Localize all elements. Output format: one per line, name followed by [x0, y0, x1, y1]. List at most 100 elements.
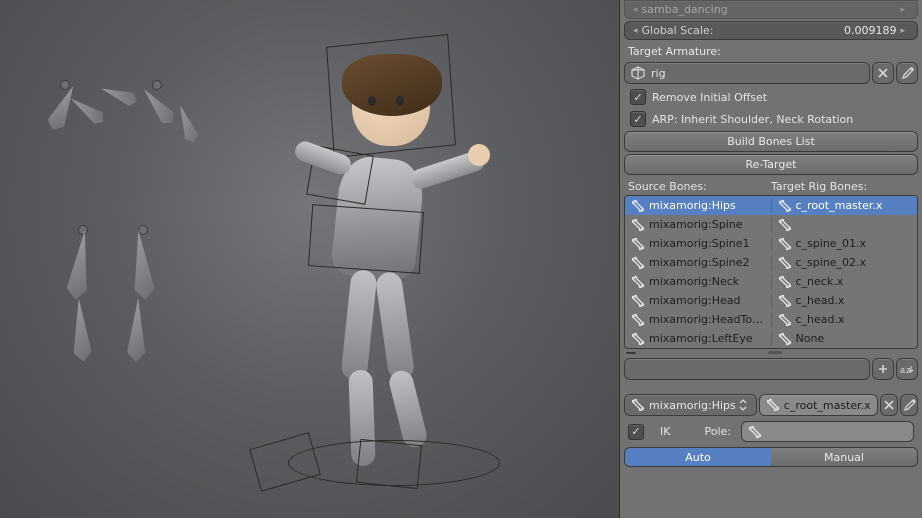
eyedropper-target-button[interactable] — [900, 394, 918, 416]
clear-button[interactable] — [872, 62, 894, 84]
bone-row[interactable]: mixamorig:Hips c_root_master.x — [625, 196, 917, 215]
bone-icon — [766, 398, 780, 412]
bone-icon — [778, 256, 792, 270]
bone-icon — [778, 218, 792, 232]
top-field[interactable]: ◂ samba_dancing ▸ — [624, 0, 918, 19]
target-bone-name: c_neck.x — [796, 275, 844, 288]
global-scale-field[interactable]: ◂ Global Scale: 0.009189 ▸ — [624, 21, 918, 40]
bone-icon — [778, 199, 792, 213]
triangle-left-icon: ◂ — [633, 26, 638, 36]
zoom-button[interactable] — [872, 358, 894, 380]
target-armature-label: Target Armature: — [620, 41, 922, 60]
triangle-right-icon: ▸ — [900, 26, 905, 36]
plus-icon — [876, 362, 890, 376]
source-bone-name: mixamorig:Spine1 — [649, 237, 750, 250]
source-bone-cell: mixamorig:HeadTo… — [625, 313, 771, 327]
target-bone-name: None — [796, 332, 825, 345]
build-bones-button[interactable]: Build Bones List — [624, 131, 918, 152]
bone-row[interactable]: mixamorig:Spine1 c_spine_01.x — [625, 234, 917, 253]
bones-list[interactable]: mixamorig:Hips c_root_master.x mixamorig:S… — [624, 195, 918, 349]
build-bones-label: Build Bones List — [727, 135, 815, 148]
source-armature — [40, 70, 260, 390]
filter-input[interactable] — [624, 358, 870, 380]
target-bone-cell: None — [771, 332, 918, 346]
bone-row[interactable]: mixamorig:Spine2 c_spine_02.x — [625, 253, 917, 272]
close-icon — [882, 398, 896, 412]
target-bone-cell: c_root_master.x — [771, 199, 918, 213]
source-bone-name: mixamorig:Hips — [649, 199, 736, 212]
bone-row[interactable]: mixamorig:Neck c_neck.x — [625, 272, 917, 291]
bone-icon — [778, 294, 792, 308]
remove-offset-label: Remove Initial Offset — [652, 91, 767, 104]
target-bone-name: c_spine_01.x — [796, 237, 867, 250]
bone-row[interactable]: mixamorig:Spine — [625, 215, 917, 234]
source-bone-name: mixamorig:Spine — [649, 218, 743, 231]
mesh-icon — [631, 66, 645, 80]
ik-checkbox[interactable] — [628, 424, 644, 440]
manual-option[interactable]: Manual — [771, 448, 917, 466]
eyedropper-button[interactable] — [896, 62, 918, 84]
bone-row[interactable]: mixamorig:HeadTo… c_head.x — [625, 310, 917, 329]
bone-icon — [778, 275, 792, 289]
bone-icon — [778, 332, 792, 346]
bone-row[interactable]: mixamorig:Head c_head.x — [625, 291, 917, 310]
retarget-panel: ◂ samba_dancing ▸ ◂ Global Scale: 0.0091… — [619, 0, 922, 518]
source-bone-cell: mixamorig:Spine — [625, 218, 771, 232]
target-armature-selector[interactable]: rig — [624, 62, 870, 84]
target-bones-label: Target Rig Bones: — [771, 180, 914, 193]
source-bone-cell: mixamorig:LeftEye — [625, 332, 771, 346]
pole-bone-field[interactable] — [741, 421, 914, 442]
collapse-icon[interactable] — [768, 351, 782, 354]
source-bone-cell: mixamorig:Head — [625, 294, 771, 308]
source-bone-cell: mixamorig:Hips — [625, 199, 771, 213]
collapse-icon[interactable] — [626, 352, 636, 354]
source-bone-name: mixamorig:Neck — [649, 275, 739, 288]
bone-row[interactable]: mixamorig:LeftEye None — [625, 329, 917, 348]
global-scale-label: Global Scale: — [642, 24, 844, 37]
viewport-3d[interactable] — [0, 0, 619, 518]
target-bone-name: c_head.x — [796, 294, 845, 307]
manual-label: Manual — [824, 451, 864, 464]
active-target-bone[interactable]: c_root_master.x — [759, 394, 878, 416]
source-bone-name: mixamorig:Spine2 — [649, 256, 750, 269]
bone-icon — [631, 332, 645, 346]
active-source-bone[interactable]: mixamorig:Hips — [624, 394, 757, 416]
az-sort-icon — [899, 362, 915, 376]
clear-target-button[interactable] — [880, 394, 898, 416]
bone-icon — [631, 398, 645, 412]
remove-offset-checkbox[interactable]: Remove Initial Offset — [620, 86, 922, 108]
target-bone-cell: c_head.x — [771, 294, 918, 308]
auto-manual-toggle[interactable]: Auto Manual — [624, 447, 918, 467]
bone-icon — [631, 313, 645, 327]
bone-icon — [631, 256, 645, 270]
target-bone-name: c_root_master.x — [796, 199, 883, 212]
bone-icon — [631, 275, 645, 289]
target-armature-value: rig — [651, 67, 666, 80]
checkbox-icon — [630, 111, 646, 127]
bones-list-footer — [620, 349, 922, 356]
bone-icon — [778, 237, 792, 251]
viewport-scene — [0, 0, 619, 518]
retarget-label: Re-Target — [746, 158, 797, 171]
sort-az-button[interactable] — [896, 358, 918, 380]
pole-label: Pole: — [704, 425, 731, 438]
source-bone-name: mixamorig:HeadTo… — [649, 313, 763, 326]
checkbox-icon — [630, 89, 646, 105]
ik-label: IK — [660, 425, 670, 438]
eyedropper-icon — [900, 66, 914, 80]
target-character — [250, 40, 510, 480]
source-bone-cell: mixamorig:Spine2 — [625, 256, 771, 270]
arp-inherit-label: ARP: Inherit Shoulder, Neck Rotation — [652, 113, 853, 126]
target-bone-name: c_head.x — [796, 313, 845, 326]
target-bone-cell: c_spine_01.x — [771, 237, 918, 251]
bone-icon — [631, 218, 645, 232]
active-source-value: mixamorig:Hips — [649, 399, 736, 412]
top-field-label: samba_dancing — [642, 3, 901, 16]
retarget-button[interactable]: Re-Target — [624, 154, 918, 175]
target-bone-cell: c_spine_02.x — [771, 256, 918, 270]
source-bones-label: Source Bones: — [628, 180, 771, 193]
source-bone-cell: mixamorig:Spine1 — [625, 237, 771, 251]
bone-icon — [748, 425, 762, 439]
auto-option[interactable]: Auto — [625, 448, 771, 466]
arp-inherit-checkbox[interactable]: ARP: Inherit Shoulder, Neck Rotation — [620, 108, 922, 130]
